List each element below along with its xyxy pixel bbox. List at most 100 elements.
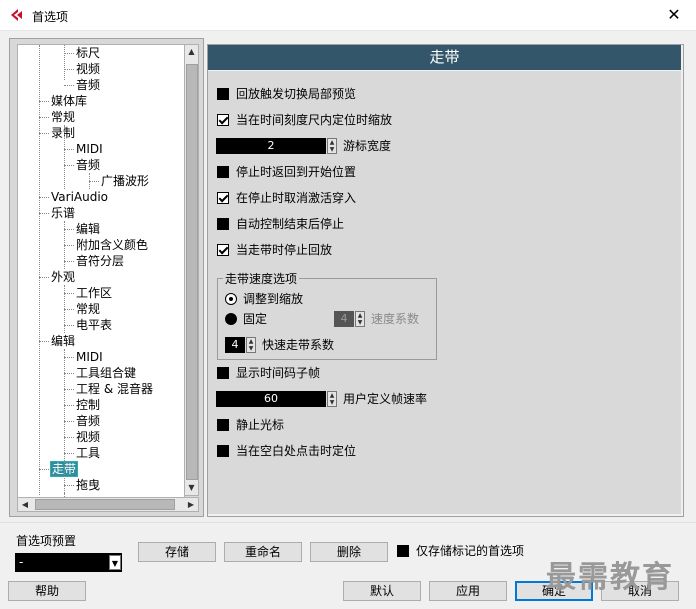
checkbox-o2[interactable] bbox=[217, 114, 229, 126]
checkbox-o7[interactable] bbox=[217, 367, 229, 379]
fast-wind-factor-input[interactable]: 4 bbox=[225, 337, 245, 353]
apply-button[interactable]: 应用 bbox=[429, 581, 507, 601]
fast-wind-factor-label: 快速走带系数 bbox=[262, 338, 335, 352]
tree-item[interactable]: 附加含义颜色 bbox=[76, 237, 148, 253]
checkbox-o3[interactable] bbox=[217, 166, 229, 178]
tree-item-label: 音频 bbox=[76, 414, 101, 428]
tree-item[interactable]: 音频 bbox=[76, 157, 100, 173]
tree-item[interactable]: 工作区 bbox=[76, 285, 112, 301]
tree-item[interactable]: MIDI bbox=[76, 349, 103, 365]
option-label-stop-when-winding: 当走带时停止回放 bbox=[236, 243, 333, 257]
tree-guide-line bbox=[89, 173, 90, 189]
tree-connector bbox=[64, 357, 74, 358]
tree-item[interactable]: 控制 bbox=[76, 397, 100, 413]
tree-item[interactable]: 外观 bbox=[51, 269, 75, 285]
scroll-down-icon[interactable]: ▼ bbox=[184, 481, 199, 495]
scroll-up-icon[interactable]: ▲ bbox=[184, 45, 199, 59]
frame-rate-stepper-icon[interactable]: ▲ ▼ bbox=[327, 391, 337, 407]
tree-item-label: 音频 bbox=[76, 78, 101, 92]
tree-item[interactable]: 媒体库 bbox=[51, 93, 87, 109]
checkbox-o4[interactable] bbox=[217, 192, 229, 204]
tree-scroll-thumb[interactable] bbox=[186, 64, 198, 480]
tree-connector bbox=[39, 213, 49, 214]
tree-item-label: 工具组合键 bbox=[76, 366, 137, 380]
tree-item[interactable]: 音符分层 bbox=[76, 253, 124, 269]
tree-item[interactable]: 工具 bbox=[76, 445, 100, 461]
cursor-width-stepper-icon[interactable]: ▲ ▼ bbox=[327, 138, 337, 154]
tree-connector bbox=[89, 181, 99, 182]
scroll-right-icon[interactable]: ▶ bbox=[184, 498, 198, 511]
radio-adjust-zoom-label: 调整到缩放 bbox=[243, 292, 304, 306]
tree-guide-line bbox=[64, 125, 65, 189]
delete-button[interactable]: 删除 bbox=[310, 542, 388, 562]
radio-fixed[interactable] bbox=[225, 313, 237, 325]
tree-guide-line bbox=[64, 285, 65, 333]
tree-item-label: 媒体库 bbox=[51, 94, 88, 108]
option-label-deactivate-punch: 在停止时取消激活穿入 bbox=[236, 191, 357, 205]
store-marked-only-checkbox[interactable] bbox=[397, 545, 409, 557]
tree-connector bbox=[64, 165, 74, 166]
option-label-timecode-subframes: 显示时间码子帧 bbox=[236, 366, 321, 380]
store-button[interactable]: 存储 bbox=[138, 542, 216, 562]
tree-connector bbox=[64, 53, 74, 54]
tree-item[interactable]: 视频 bbox=[76, 61, 100, 77]
checkbox-o9[interactable] bbox=[217, 445, 229, 457]
tree-connector bbox=[64, 229, 74, 230]
tree-item[interactable]: 视频 bbox=[76, 429, 100, 445]
tree-item[interactable]: VariAudio bbox=[51, 189, 108, 205]
tree-item[interactable]: 音频 bbox=[76, 413, 100, 429]
tree-connector bbox=[64, 293, 74, 294]
tree-connector bbox=[64, 373, 74, 374]
tree-connector bbox=[64, 245, 74, 246]
dropdown-arrow-icon[interactable]: ▼ bbox=[109, 555, 121, 570]
checkbox-o8[interactable] bbox=[217, 419, 229, 431]
tree-item-label: 外观 bbox=[51, 270, 76, 284]
scroll-left-icon[interactable]: ◀ bbox=[18, 498, 32, 511]
frame-rate-input[interactable]: 60 bbox=[216, 391, 326, 407]
panel-header: 走带 bbox=[208, 45, 681, 70]
tree-item[interactable]: 工具组合键 bbox=[76, 365, 136, 381]
option-label-zoom-locate: 当在时间刻度尺内定位时缩放 bbox=[236, 113, 393, 127]
tree-item-label: 工作区 bbox=[76, 286, 113, 300]
tree-item-label: 编辑 bbox=[76, 222, 101, 236]
close-button[interactable]: ✕ bbox=[664, 6, 684, 24]
rename-button[interactable]: 重命名 bbox=[224, 542, 302, 562]
tree-item[interactable]: 电平表 bbox=[76, 317, 112, 333]
tree-item[interactable]: 编辑 bbox=[76, 221, 100, 237]
tree-item[interactable]: 拖曳 bbox=[76, 477, 100, 493]
tree-item[interactable]: 广播波形 bbox=[101, 173, 149, 189]
tree-connector bbox=[64, 437, 74, 438]
cursor-width-input[interactable]: 2 bbox=[216, 138, 326, 154]
preferences-tree[interactable]: 标尺 视频 音频 媒体库 常规 录制 MIDI 音频 广播波形 VariAudio 乐谱 编辑 附加含义… bbox=[17, 44, 185, 498]
tree-item[interactable]: 乐谱 bbox=[51, 205, 75, 221]
fast-wind-stepper-icon[interactable]: ▲ ▼ bbox=[246, 337, 256, 353]
preset-select[interactable]: - bbox=[15, 553, 122, 572]
tree-item[interactable]: 编辑 bbox=[51, 333, 75, 349]
speed-factor-stepper-icon[interactable]: ▲ ▼ bbox=[355, 311, 365, 327]
tree-item-label: 常规 bbox=[51, 110, 76, 124]
tree-item[interactable]: 音频 bbox=[76, 77, 100, 93]
checkbox-o6[interactable] bbox=[217, 244, 229, 256]
title-bar bbox=[0, 0, 696, 31]
tree-item[interactable]: 工程 & 混音器 bbox=[76, 381, 153, 397]
help-button[interactable]: 帮助 bbox=[8, 581, 86, 601]
default-button[interactable]: 默认 bbox=[343, 581, 421, 601]
tree-guide-line bbox=[64, 45, 65, 80]
checkbox-o1[interactable] bbox=[217, 88, 229, 100]
tree-hscroll-thumb[interactable] bbox=[35, 499, 175, 510]
option-label-locate-empty-click: 当在空白处点击时定位 bbox=[236, 444, 357, 458]
tree-item[interactable]: 标尺 bbox=[76, 45, 100, 61]
tree-item[interactable]: MIDI bbox=[76, 141, 103, 157]
tree-connector bbox=[64, 85, 74, 86]
tree-item[interactable]: 常规 bbox=[51, 109, 75, 125]
radio-fixed-label: 固定 bbox=[243, 312, 268, 326]
checkbox-o5[interactable] bbox=[217, 218, 229, 230]
tree-connector bbox=[64, 405, 74, 406]
tree-item[interactable]: 录制 bbox=[51, 125, 75, 141]
tree-connector bbox=[39, 341, 49, 342]
radio-adjust-zoom[interactable] bbox=[225, 293, 237, 305]
tree-item[interactable]: 常规 bbox=[76, 301, 100, 317]
tree-connector bbox=[64, 389, 74, 390]
speed-factor-input[interactable]: 4 bbox=[334, 311, 354, 327]
window-title: 首选项 bbox=[32, 10, 69, 24]
